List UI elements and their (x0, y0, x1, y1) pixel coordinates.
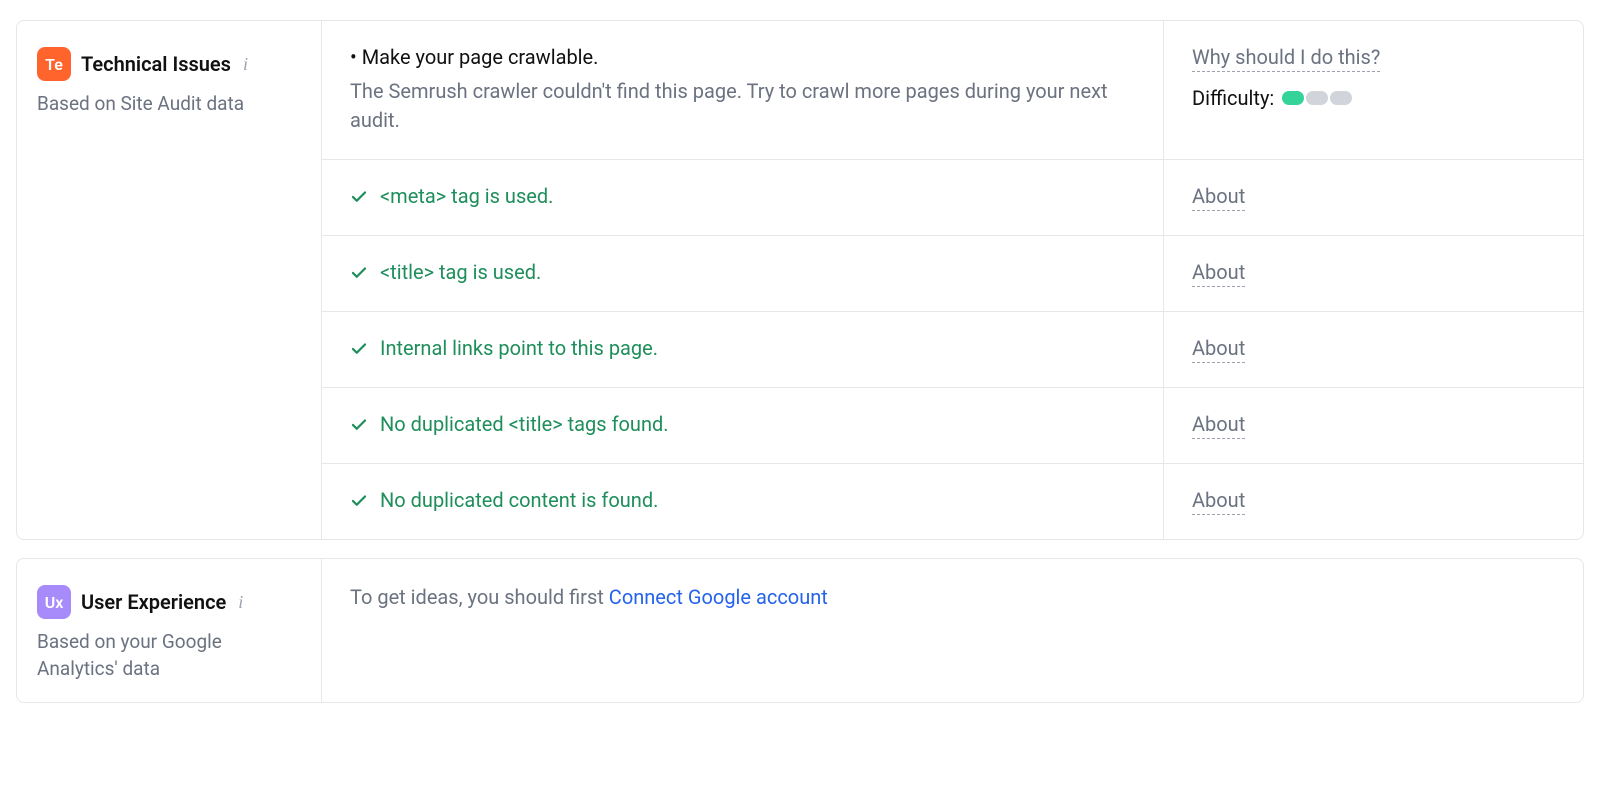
check-text: No duplicated <title> tags found. (380, 412, 669, 436)
issue-description: The Semrush crawler couldn't find this p… (350, 77, 1135, 135)
about-link[interactable]: About (1192, 184, 1245, 211)
check-main: No duplicated content is found. (322, 464, 1163, 539)
info-icon[interactable]: i (243, 54, 248, 75)
difficulty-label: Difficulty: (1192, 86, 1274, 110)
technical-badge: Te (37, 47, 71, 81)
ux-body: To get ideas, you should first Connect G… (322, 559, 1583, 702)
technical-issues-card: Te Technical Issues i Based on Site Audi… (16, 20, 1584, 540)
ux-subtitle: Based on your Google Analytics' data (37, 629, 301, 682)
check-icon (350, 339, 368, 357)
check-side: About (1163, 388, 1583, 463)
check-icon (350, 491, 368, 509)
check-item: Internal links point to this page. (350, 336, 1135, 360)
check-item: <title> tag is used. (350, 260, 1135, 284)
ux-section-header-area: Ux User Experience i Based on your Googl… (17, 559, 322, 702)
technical-title: Technical Issues (81, 52, 231, 76)
technical-section-header-area: Te Technical Issues i Based on Site Audi… (17, 21, 322, 539)
check-text: No duplicated content is found. (380, 488, 658, 512)
check-row: <meta> tag is used. About (322, 160, 1583, 236)
difficulty-row: Difficulty: (1192, 86, 1555, 110)
check-row: <title> tag is used. About (322, 236, 1583, 312)
about-link[interactable]: About (1192, 260, 1245, 287)
check-icon (350, 187, 368, 205)
check-text: Internal links point to this page. (380, 336, 658, 360)
check-row: No duplicated content is found. About (322, 464, 1583, 539)
check-side: About (1163, 160, 1583, 235)
check-icon (350, 415, 368, 433)
check-main: No duplicated <title> tags found. (322, 388, 1163, 463)
ux-title: User Experience (81, 590, 226, 614)
ux-prompt-prefix: To get ideas, you should first (350, 585, 609, 609)
issue-row: • Make your page crawlable. The Semrush … (322, 21, 1583, 160)
section-header: Ux User Experience i (37, 585, 301, 619)
why-should-i-link[interactable]: Why should I do this? (1192, 45, 1380, 72)
technical-body: • Make your page crawlable. The Semrush … (322, 21, 1583, 539)
check-row: Internal links point to this page. About (322, 312, 1583, 388)
check-item: No duplicated <title> tags found. (350, 412, 1135, 436)
check-text: <title> tag is used. (380, 260, 541, 284)
check-side: About (1163, 236, 1583, 311)
user-experience-card: Ux User Experience i Based on your Googl… (16, 558, 1584, 703)
difficulty-seg-2 (1306, 91, 1328, 105)
check-row: No duplicated <title> tags found. About (322, 388, 1583, 464)
ux-badge: Ux (37, 585, 71, 619)
difficulty-seg-3 (1330, 91, 1352, 105)
check-main: Internal links point to this page. (322, 312, 1163, 387)
about-link[interactable]: About (1192, 336, 1245, 363)
check-text: <meta> tag is used. (380, 184, 553, 208)
difficulty-seg-1 (1282, 91, 1304, 105)
technical-subtitle: Based on Site Audit data (37, 91, 301, 118)
connect-google-link[interactable]: Connect Google account (609, 585, 828, 609)
info-icon[interactable]: i (238, 592, 243, 613)
issue-title: • Make your page crawlable. (350, 45, 1135, 69)
about-link[interactable]: About (1192, 412, 1245, 439)
check-main: <title> tag is used. (322, 236, 1163, 311)
check-side: About (1163, 312, 1583, 387)
issue-main: • Make your page crawlable. The Semrush … (322, 21, 1163, 159)
check-side: About (1163, 464, 1583, 539)
about-link[interactable]: About (1192, 488, 1245, 515)
issue-side: Why should I do this? Difficulty: (1163, 21, 1583, 159)
section-header: Te Technical Issues i (37, 47, 301, 81)
check-item: No duplicated content is found. (350, 488, 1135, 512)
check-icon (350, 263, 368, 281)
difficulty-bar (1282, 91, 1352, 105)
check-item: <meta> tag is used. (350, 184, 1135, 208)
check-main: <meta> tag is used. (322, 160, 1163, 235)
